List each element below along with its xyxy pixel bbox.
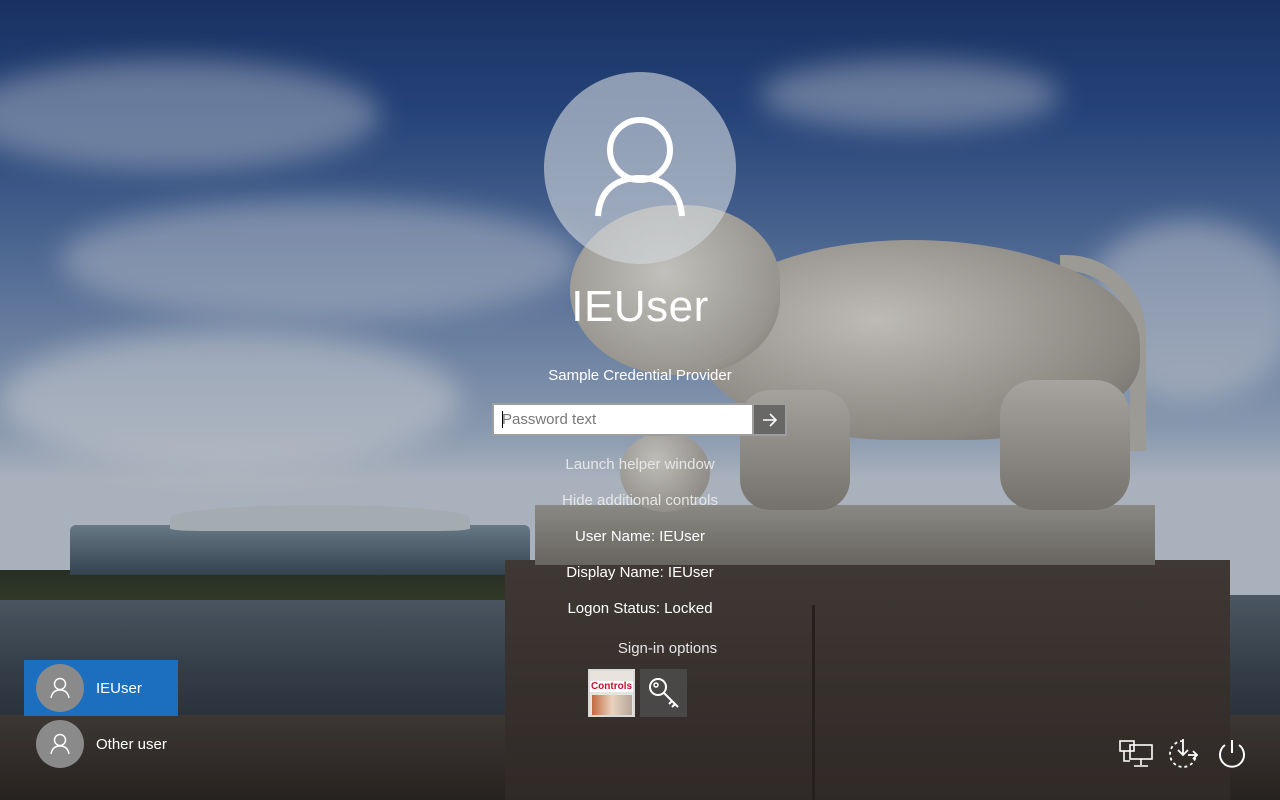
ease-of-access-icon <box>1169 739 1199 768</box>
hide-controls-link[interactable]: Hide additional controls <box>440 492 840 509</box>
display-name-info: Display Name: IEUser <box>566 564 714 581</box>
arrow-right-icon <box>762 412 777 427</box>
password-input[interactable] <box>494 405 752 434</box>
controls-tile-label: Controls <box>590 681 633 692</box>
user-list-name: Other user <box>96 735 167 753</box>
user-icon <box>50 733 70 755</box>
launch-helper-link[interactable]: Launch helper window <box>440 456 840 473</box>
user-icon <box>50 677 70 699</box>
text-caret <box>502 411 503 428</box>
user-icon <box>595 117 685 217</box>
ease-of-access-button[interactable] <box>1165 736 1201 772</box>
user-name-info: User Name: IEUser <box>574 528 706 545</box>
power-button[interactable] <box>1214 736 1250 772</box>
avatar <box>36 720 84 768</box>
submit-button[interactable] <box>754 403 787 436</box>
power-icon <box>1219 740 1245 768</box>
avatar <box>36 664 84 712</box>
sign-in-options-label: Sign-in options <box>617 640 718 657</box>
network-icon <box>1119 740 1153 767</box>
key-icon <box>648 678 679 708</box>
user-avatar-large <box>544 72 736 264</box>
controls-provider-tile[interactable]: Controls <box>588 669 635 717</box>
password-field-container[interactable] <box>492 403 754 436</box>
user-list-item-other-user[interactable]: Other user <box>24 716 178 772</box>
user-list-item-ieuser[interactable]: IEUser <box>24 660 178 716</box>
user-list-name: IEUser <box>96 679 142 697</box>
logon-status-info: Logon Status: Locked <box>567 600 713 617</box>
password-provider-tile[interactable] <box>640 669 687 717</box>
controls-tile-icon <box>592 695 632 715</box>
network-button[interactable] <box>1118 736 1154 772</box>
username-title: IEUser <box>571 282 709 331</box>
credential-provider-label: Sample Credential Provider <box>548 367 732 384</box>
